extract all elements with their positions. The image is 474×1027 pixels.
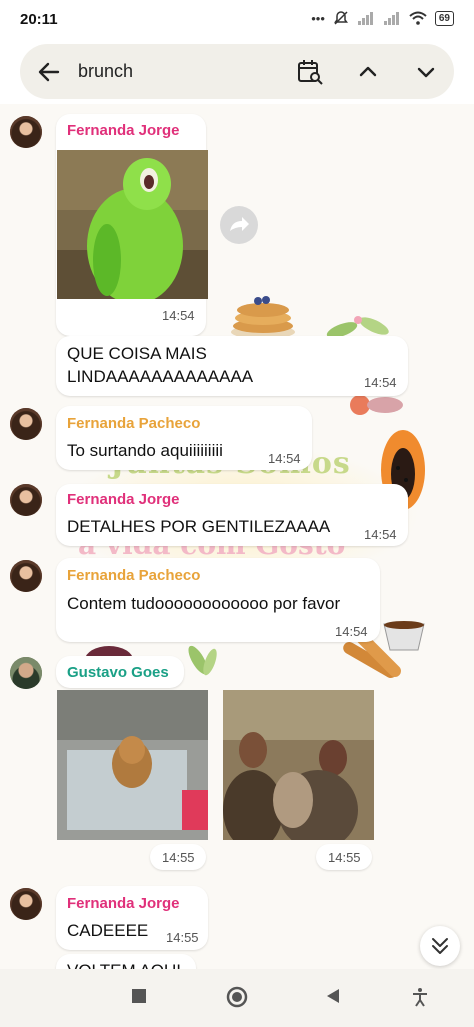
avatar[interactable] [10,408,42,440]
message-time: 14:55 [166,930,199,945]
mute-icon [333,11,348,25]
chevron-up-icon[interactable] [356,60,380,84]
avatar[interactable] [10,560,42,592]
chevron-down-icon[interactable] [414,60,438,84]
message-text: QUE COISA MAIS LINDAAAAAAAAAAAAA [67,344,254,386]
status-bar: 20:11 ••• 69 [0,0,474,40]
search-input[interactable]: brunch [78,61,133,82]
status-time: 20:11 [20,11,58,28]
search-bar: brunch [20,44,454,99]
herbs-illustration [188,645,217,676]
avatar[interactable] [10,116,42,148]
sender-name[interactable]: Gustavo Goes [67,664,169,681]
message-time: 14:54 [335,624,368,639]
message-text: Contem tudoooooooooooo por favor [67,594,341,613]
message-time: 14:55 [162,850,195,865]
message-text: VOLTEM AQUI [67,959,181,969]
navigation-bar [0,969,474,1027]
sender-name[interactable]: Fernanda Jorge [67,491,180,508]
scroll-to-bottom-button[interactable] [420,926,460,966]
message-time: 14:54 [364,527,397,542]
accessibility-icon[interactable] [410,987,430,1007]
signal-icon [383,12,399,25]
status-icons: ••• 69 [311,10,454,26]
sender-name[interactable]: Fernanda Pacheco [67,415,200,432]
avatar[interactable] [10,888,42,920]
message-text: CADEEEE [67,921,149,940]
parrot-sticker-image[interactable] [57,150,208,299]
calendar-search-icon[interactable] [296,58,324,86]
back-arrow-icon[interactable] [36,59,62,85]
battery-icon: 69 [434,10,454,26]
message-text: DETALHES POR GENTILEZAAAA [67,517,331,536]
sender-name[interactable]: Fernanda Jorge [67,895,180,912]
hug-video-thumbnail[interactable] [223,690,374,840]
message-time: 14:54 [162,308,195,323]
chat-area: Juntas Somos a vida com Gosto Fernanda J… [0,104,474,969]
more-dots-icon: ••• [311,10,325,26]
avatar[interactable] [10,657,42,689]
avatar[interactable] [10,484,42,516]
home-circle-icon[interactable] [226,986,248,1008]
double-chevron-down-icon [432,938,448,954]
message-text: To surtando aquiiiiiiiii [67,441,223,460]
sender-name[interactable]: Fernanda Jorge [67,122,180,139]
message-time: 14:55 [328,850,361,865]
pancakes-illustration [231,296,295,339]
wifi-icon [409,11,427,25]
signal-icon [357,12,373,25]
message-time: 14:54 [268,451,301,466]
sender-name[interactable]: Fernanda Pacheco [67,567,200,584]
message-time: 14:54 [364,375,397,390]
forward-icon [230,217,249,231]
back-triangle-icon[interactable] [324,987,342,1005]
dog-video-thumbnail[interactable] [57,690,208,840]
recents-square-icon[interactable] [130,987,148,1005]
forward-button[interactable] [220,206,258,244]
